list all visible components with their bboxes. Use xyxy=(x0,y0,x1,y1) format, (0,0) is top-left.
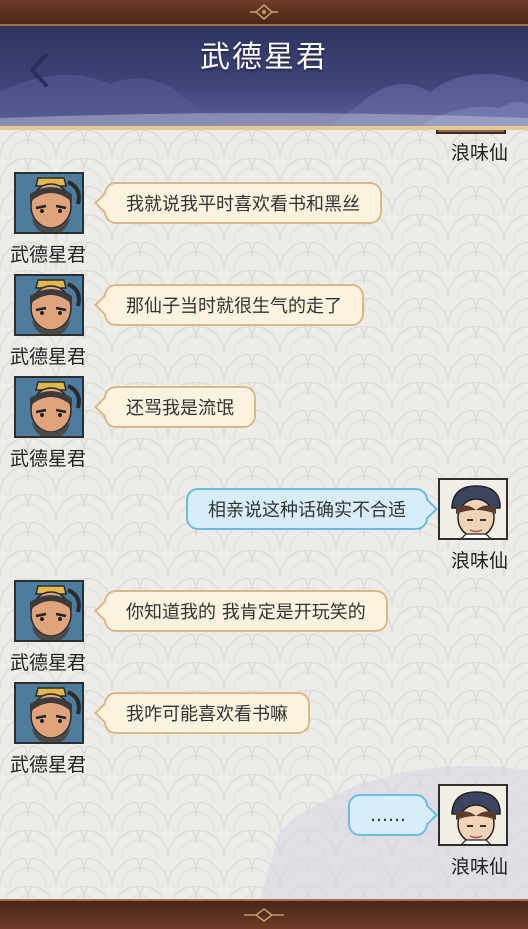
chat-message: 武德星君 那仙子当时就很生气的走了 xyxy=(0,274,528,374)
sender-name: 武德星君 xyxy=(10,244,87,266)
message-bubble[interactable]: 还骂我是流氓 xyxy=(94,386,256,428)
npc-avatar[interactable] xyxy=(14,274,84,336)
header-bar: 武德星君 xyxy=(0,26,528,130)
message-text: 那仙子当时就很生气的走了 xyxy=(126,296,342,317)
general-face-icon xyxy=(16,276,82,334)
message-bubble[interactable]: 相亲说这种话确实不合适 xyxy=(186,488,438,530)
general-face-icon xyxy=(16,174,82,232)
player-avatar-clipped xyxy=(436,130,506,134)
bubble-tail xyxy=(94,703,114,723)
player-face-icon xyxy=(440,786,506,844)
frame-ornament-icon xyxy=(244,908,284,922)
general-face-icon xyxy=(16,684,82,742)
bubble-tail xyxy=(94,295,114,315)
sender-name: 武德星君 xyxy=(10,346,87,368)
chat-message: 浪味仙 …… xyxy=(0,784,528,884)
sender-name: 武德星君 xyxy=(10,652,87,674)
sender-name: 武德星君 xyxy=(10,448,87,470)
frame-ornament-icon xyxy=(250,4,278,20)
message-text: 你知道我的 我肯定是开玩笑的 xyxy=(126,602,366,623)
npc-avatar[interactable] xyxy=(14,682,84,744)
bottom-frame xyxy=(0,899,528,929)
top-frame xyxy=(0,0,528,26)
chat-message: 武德星君 我咋可能喜欢看书嘛 xyxy=(0,682,528,782)
message-text: 我就说我平时喜欢看书和黑丝 xyxy=(126,194,360,215)
player-avatar[interactable] xyxy=(438,784,508,846)
bubble-tail xyxy=(94,601,114,621)
message-bubble[interactable]: 你知道我的 我肯定是开玩笑的 xyxy=(94,590,388,632)
page-title: 武德星君 xyxy=(200,40,328,75)
chat-message: 浪味仙 相亲说这种话确实不合适 xyxy=(0,478,528,578)
bubble-tail xyxy=(418,805,438,825)
chat-message: 武德星君 还骂我是流氓 xyxy=(0,376,528,476)
sender-name: 武德星君 xyxy=(10,754,87,776)
sender-name: 浪味仙 xyxy=(450,142,508,164)
message-text: 我咋可能喜欢看书嘛 xyxy=(126,704,288,725)
bubble-tail xyxy=(418,499,438,519)
message-text: 相亲说这种话确实不合适 xyxy=(208,500,406,521)
message-bubble[interactable]: 我就说我平时喜欢看书和黑丝 xyxy=(94,182,382,224)
chat-message: 武德星君 我就说我平时喜欢看书和黑丝 xyxy=(0,172,528,272)
npc-avatar[interactable] xyxy=(14,580,84,642)
chat-area[interactable]: 浪味仙 武德星君我就说我平时喜欢看书和黑丝 武德星君那仙子当时就很生气的走了 xyxy=(0,130,528,899)
message-bubble[interactable]: 我咋可能喜欢看书嘛 xyxy=(94,692,310,734)
message-text: …… xyxy=(370,804,406,826)
general-face-icon xyxy=(16,582,82,640)
message-bubble[interactable]: …… xyxy=(348,794,438,836)
general-face-icon xyxy=(16,378,82,436)
sender-name: 浪味仙 xyxy=(450,550,508,572)
chat-message: 武德星君 你知道我的 我肯定是开玩笑的 xyxy=(0,580,528,680)
bubble-tail xyxy=(94,397,114,417)
player-face-icon xyxy=(440,480,506,538)
message-bubble[interactable]: 那仙子当时就很生气的走了 xyxy=(94,284,364,326)
message-text: 还骂我是流氓 xyxy=(126,398,234,419)
bubble-tail xyxy=(94,193,114,213)
npc-avatar[interactable] xyxy=(14,376,84,438)
npc-avatar[interactable] xyxy=(14,172,84,234)
sender-name: 浪味仙 xyxy=(450,856,508,878)
player-avatar[interactable] xyxy=(438,478,508,540)
